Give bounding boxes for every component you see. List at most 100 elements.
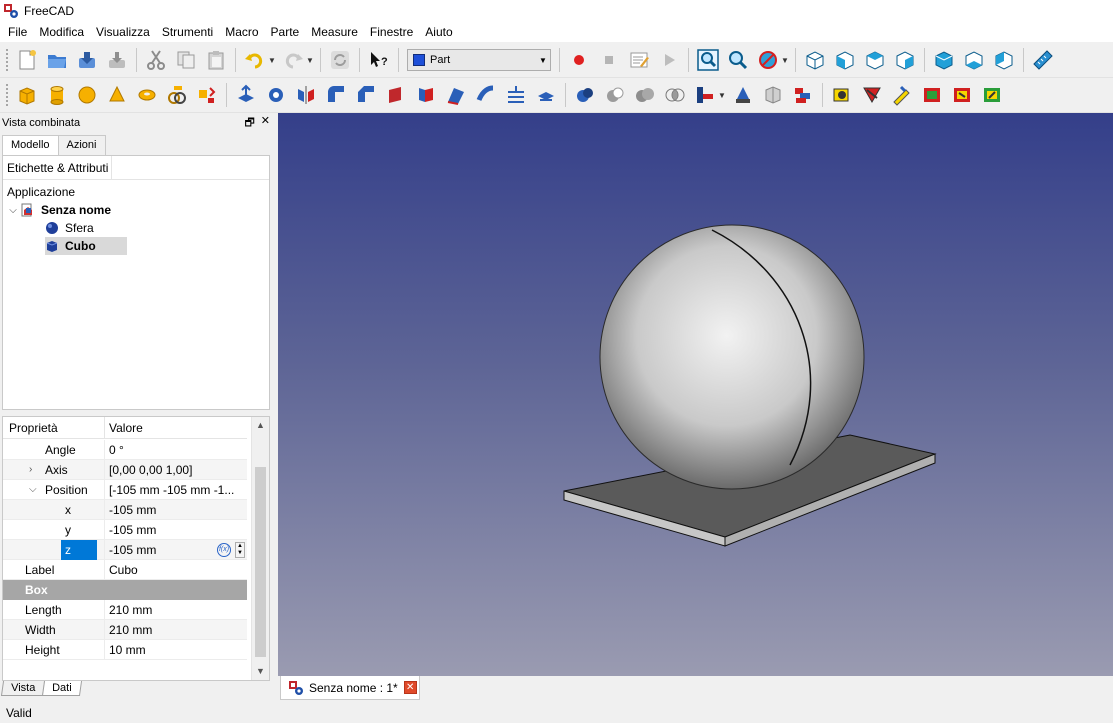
property-value[interactable]: 210 mm (105, 600, 247, 619)
property-row-y[interactable]: y -105 mm (3, 520, 247, 540)
measure-angular-button[interactable] (978, 81, 1006, 109)
fuse-button[interactable] (631, 81, 659, 109)
right-view-button[interactable] (891, 46, 919, 74)
ruled-surface-button[interactable] (412, 81, 440, 109)
menu-windows[interactable]: Finestre (364, 22, 419, 42)
tree-header-labels[interactable]: Etichette & Attributi (7, 155, 113, 180)
section-button[interactable] (502, 81, 530, 109)
common-button[interactable] (661, 81, 689, 109)
edit-macro-button[interactable] (625, 46, 653, 74)
cut-button[interactable] (142, 46, 170, 74)
close-icon[interactable]: ✕ (261, 114, 270, 133)
spinbox-arrows-icon[interactable]: ▲ ▼ (235, 542, 245, 558)
fit-selection-button[interactable] (724, 46, 752, 74)
property-row-label[interactable]: Label Cubo (3, 560, 247, 580)
save-as-button[interactable] (103, 46, 131, 74)
menu-help[interactable]: Aiuto (419, 22, 458, 42)
top-view-button[interactable] (861, 46, 889, 74)
tree-item-sphere[interactable]: Sfera (45, 219, 94, 237)
draw-style-button[interactable] (754, 46, 782, 74)
chamfer-button[interactable] (352, 81, 380, 109)
undo-dropdown-icon[interactable]: ▼ (268, 56, 276, 65)
property-row-position[interactable]: ⌵ Position [-105 mm -105 mm -1... (3, 480, 247, 500)
z-value-input[interactable]: -105 mm (109, 543, 156, 557)
expression-icon[interactable]: f(x) (217, 543, 231, 557)
property-row-x[interactable]: x -105 mm (3, 500, 247, 520)
property-value[interactable]: 10 mm (105, 640, 247, 659)
menu-edit[interactable]: Modifica (33, 22, 90, 42)
tube-button[interactable] (163, 81, 191, 109)
cone-button[interactable] (103, 81, 131, 109)
property-group-box[interactable]: Box (3, 580, 247, 600)
front-view-button[interactable] (831, 46, 859, 74)
menu-measure[interactable]: Measure (305, 22, 364, 42)
revolve-button[interactable] (262, 81, 290, 109)
menu-file[interactable]: File (2, 22, 33, 42)
split-features-button[interactable] (759, 81, 787, 109)
3d-scene[interactable] (278, 113, 1113, 676)
primitives-button[interactable] (193, 81, 221, 109)
cylinder-button[interactable] (43, 81, 71, 109)
make-face-button[interactable] (382, 81, 410, 109)
close-icon[interactable]: ✕ (403, 681, 417, 694)
property-row-z[interactable]: z -105 mm f(x) ▲ ▼ (3, 540, 247, 560)
bottom-view-button[interactable] (960, 46, 988, 74)
property-scrollbar[interactable]: ▲ ▼ (251, 417, 269, 680)
execute-macro-button[interactable] (655, 46, 683, 74)
menu-tools[interactable]: Strumenti (156, 22, 219, 42)
toolbar-grip[interactable] (5, 83, 9, 107)
sphere-shape[interactable] (599, 224, 865, 490)
paste-button[interactable] (202, 46, 230, 74)
property-row-angle[interactable]: Angle 0 ° (3, 440, 247, 460)
toolbar-grip[interactable] (5, 48, 9, 72)
sphere-button[interactable] (73, 81, 101, 109)
undo-button[interactable] (241, 46, 269, 74)
3d-viewport[interactable] (278, 113, 1113, 676)
attachment-button[interactable] (888, 81, 916, 109)
color-per-face-button[interactable] (918, 81, 946, 109)
draw-style-dropdown-icon[interactable]: ▼ (781, 56, 789, 65)
left-view-button[interactable] (990, 46, 1018, 74)
chevron-right-icon[interactable]: › (29, 460, 32, 480)
loft-button[interactable] (442, 81, 470, 109)
menu-part[interactable]: Parte (265, 22, 306, 42)
open-document-button[interactable] (43, 46, 71, 74)
copy-button[interactable] (172, 46, 200, 74)
save-document-button[interactable] (73, 46, 101, 74)
scroll-down-icon[interactable]: ▼ (252, 663, 269, 680)
cut-boolean-button[interactable] (601, 81, 629, 109)
box-button[interactable] (13, 81, 41, 109)
fillet-button[interactable] (322, 81, 350, 109)
check-geometry-button[interactable] (828, 81, 856, 109)
refresh-button[interactable] (326, 46, 354, 74)
menu-view[interactable]: Visualizza (90, 22, 156, 42)
compound-button[interactable] (789, 81, 817, 109)
section-dropdown-icon[interactable]: ▼ (718, 91, 726, 100)
undock-icon[interactable]: 🗗 (244, 114, 254, 133)
scroll-up-icon[interactable]: ▲ (252, 417, 269, 434)
chevron-down-icon[interactable]: ⌵ (29, 480, 37, 500)
property-value[interactable]: Cubo (105, 560, 247, 579)
new-document-button[interactable] (13, 46, 41, 74)
defeaturing-button[interactable] (858, 81, 886, 109)
section-boolean-button[interactable] (691, 81, 719, 109)
property-value[interactable]: [-105 mm -105 mm -1... (105, 480, 247, 499)
property-value[interactable]: -105 mm (105, 500, 247, 519)
mirror-button[interactable] (292, 81, 320, 109)
tree-item-cube[interactable]: Cubo (45, 237, 127, 255)
record-macro-button[interactable] (565, 46, 593, 74)
tab-data-properties[interactable]: Dati (42, 681, 82, 696)
boolean-button[interactable] (571, 81, 599, 109)
workbench-selector[interactable]: Part ▼ (407, 49, 551, 71)
join-features-button[interactable] (729, 81, 757, 109)
redo-button[interactable] (279, 46, 307, 74)
chevron-down-icon[interactable]: ⌵ (5, 205, 21, 216)
property-value[interactable]: -105 mm (105, 520, 247, 539)
property-row-height[interactable]: Height 10 mm (3, 640, 247, 660)
property-value[interactable]: [0,00 0,00 1,00] (105, 460, 247, 479)
sweep-button[interactable] (472, 81, 500, 109)
isometric-view-button[interactable] (801, 46, 829, 74)
stop-macro-button[interactable] (595, 46, 623, 74)
cross-sections-button[interactable] (532, 81, 560, 109)
extrude-button[interactable] (232, 81, 260, 109)
